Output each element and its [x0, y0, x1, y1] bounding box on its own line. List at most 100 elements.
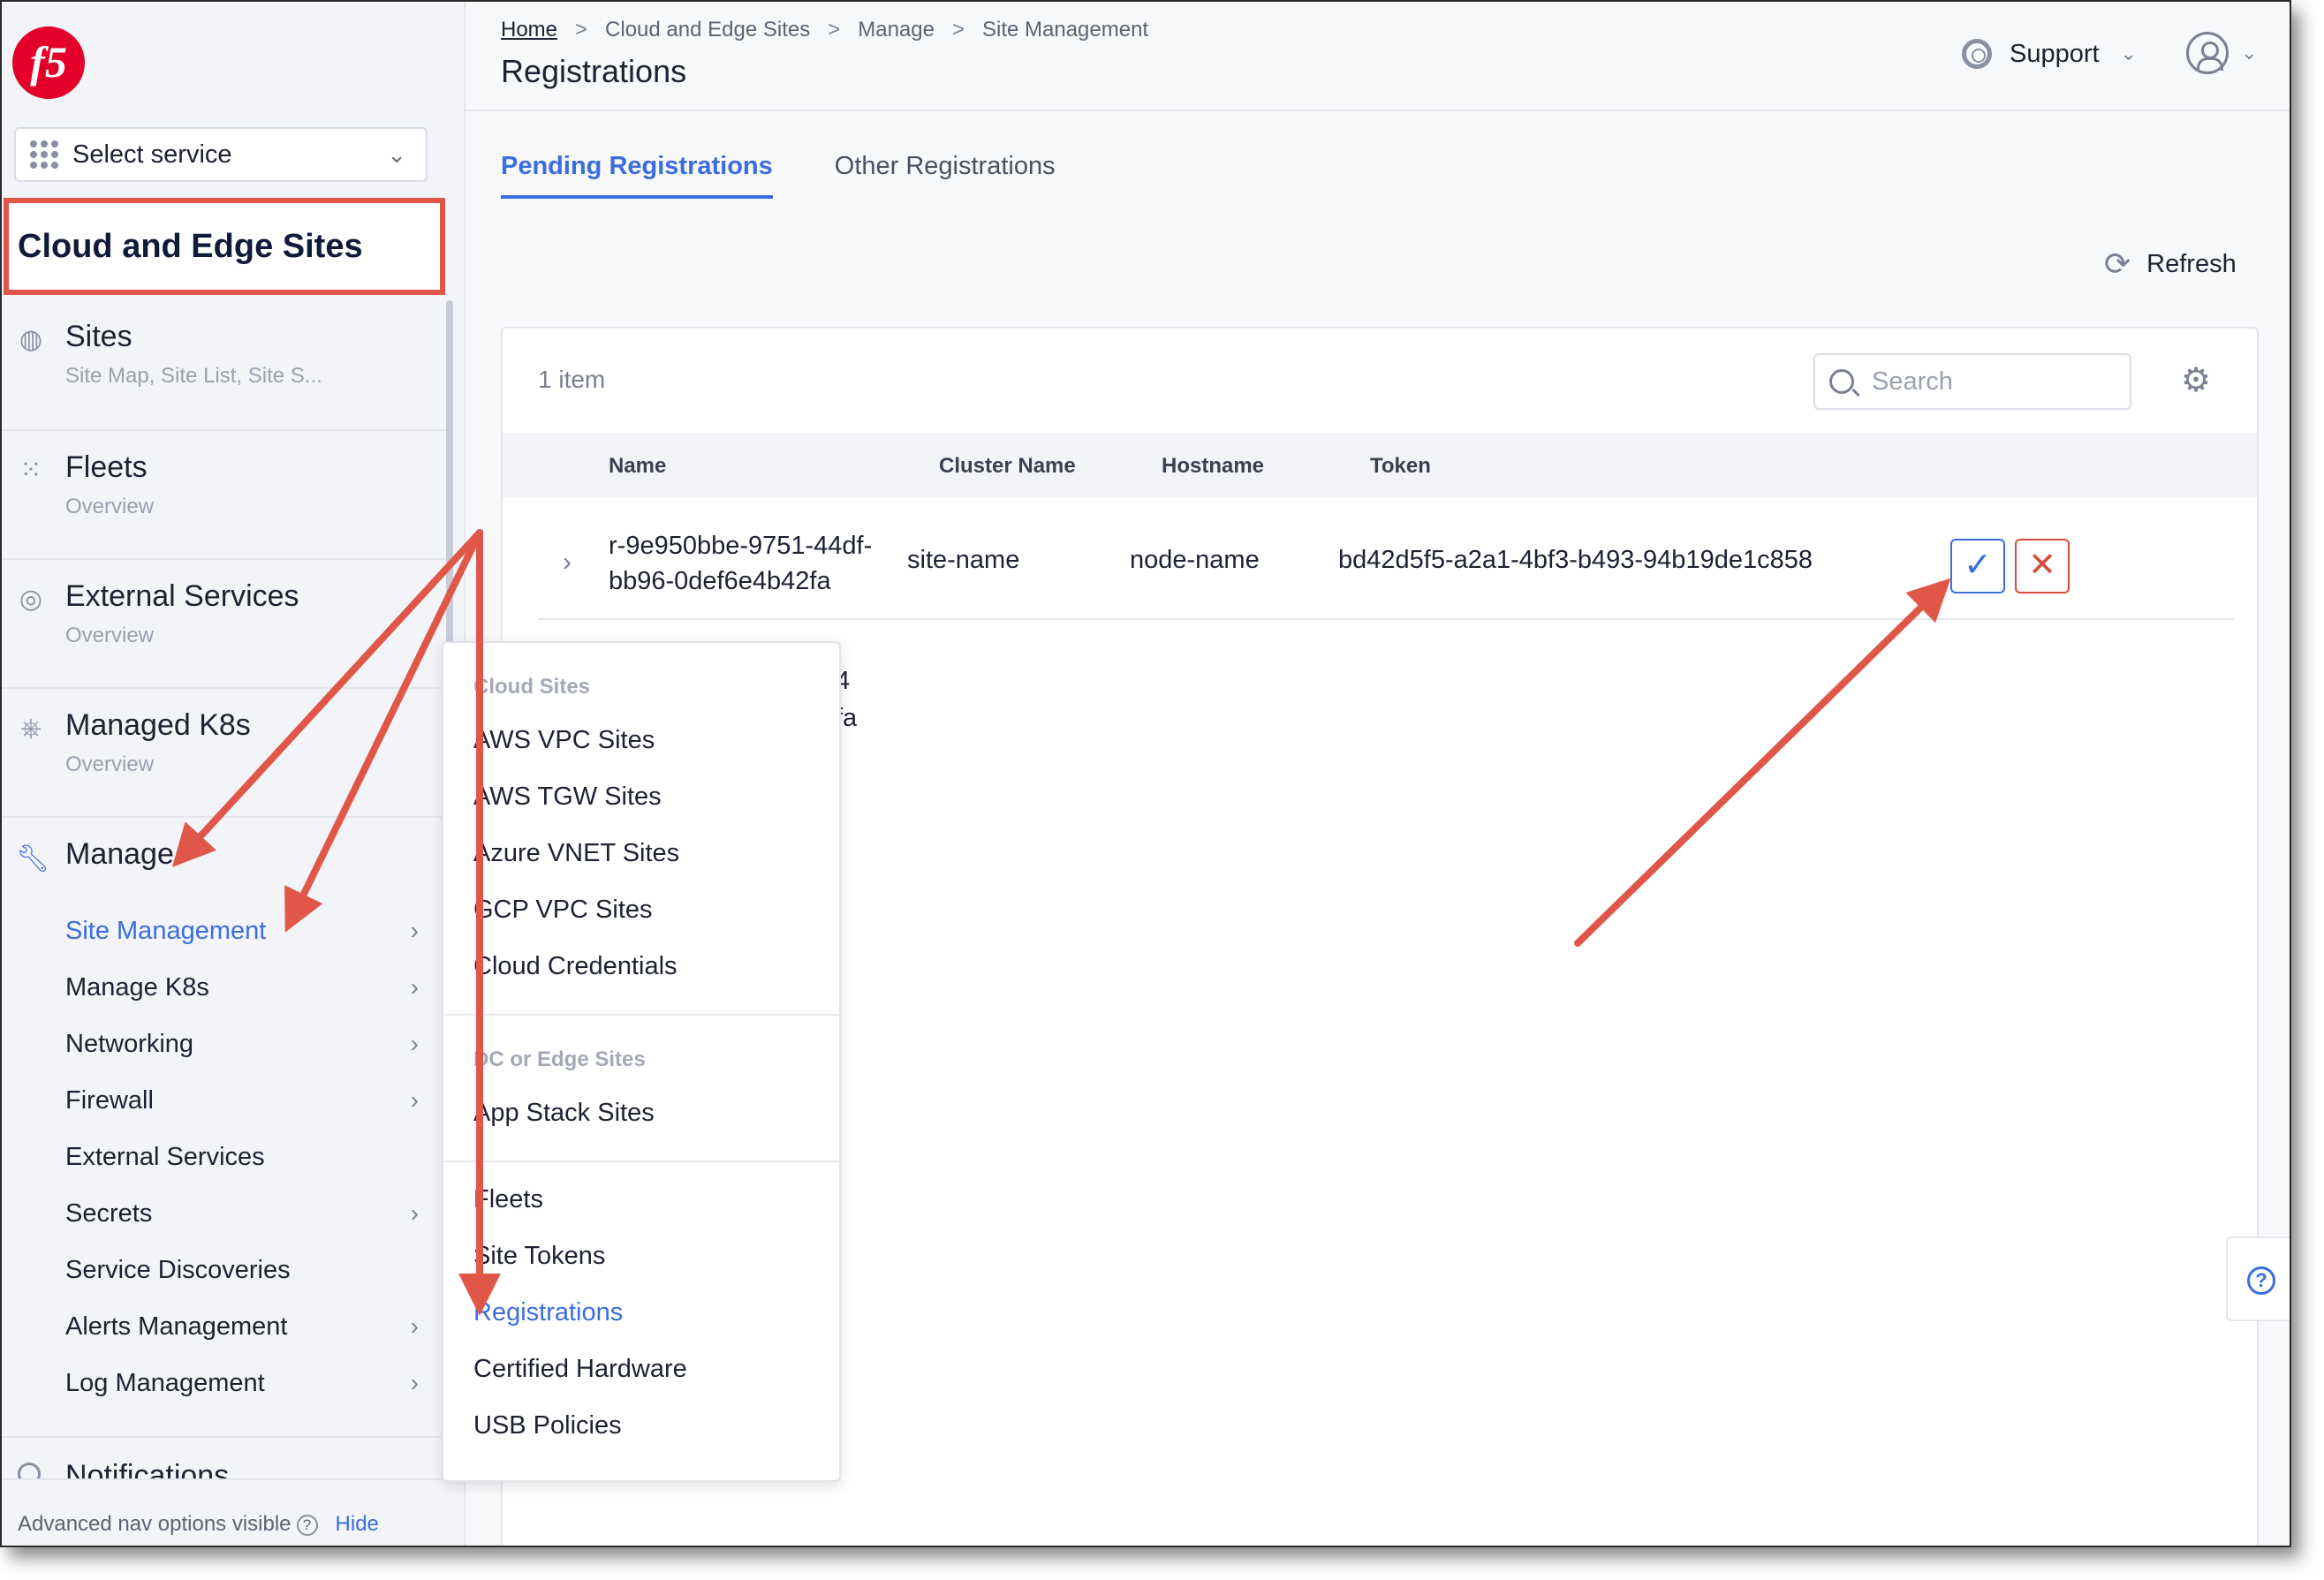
- chevron-right-icon[interactable]: ›: [563, 548, 572, 578]
- row-name-line: r-9e950bbe-9751-44df-: [609, 532, 873, 560]
- nav-section-sites[interactable]: ◍ Sites Site Map, Site List, Site S...: [2, 300, 450, 431]
- select-service-dropdown[interactable]: Select service ⌄: [14, 127, 428, 182]
- help-circle-icon[interactable]: ?: [296, 1514, 318, 1536]
- nav-item-secrets[interactable]: Secrets ›: [65, 1199, 419, 1228]
- tab-other-registrations[interactable]: Other Registrations: [835, 152, 1056, 199]
- breadcrumb-item[interactable]: Manage: [858, 18, 935, 42]
- nav-item-log-management[interactable]: Log Management ›: [65, 1369, 419, 1398]
- refresh-label: Refresh: [2146, 249, 2237, 278]
- row-name-line: bb96-0def6e4b42fa: [609, 567, 831, 595]
- k8s-wheel-icon: ⎈: [20, 714, 42, 743]
- chevron-down-icon: ⌄: [387, 141, 406, 168]
- nav-section-manage: 🔧︎ Manage: [2, 818, 450, 1438]
- advanced-nav-footer: Advanced nav options visible? Hide: [2, 1478, 463, 1546]
- user-avatar-icon: [2186, 32, 2229, 74]
- nav-section-managed-k8s[interactable]: ⎈ Managed K8s Overview: [2, 689, 450, 818]
- nav-item-site-management[interactable]: Site Management ›: [65, 917, 419, 946]
- flyout-divider: [443, 1160, 839, 1162]
- tab-pending-registrations[interactable]: Pending Registrations: [501, 152, 773, 199]
- table-header: Name Cluster Name Hostname Token: [503, 433, 2257, 498]
- external-services-icon: ◎: [19, 585, 43, 614]
- refresh-icon: ⟳: [2104, 246, 2131, 282]
- breadcrumb-item[interactable]: Cloud and Edge Sites: [605, 18, 810, 42]
- flyout-divider: [443, 1014, 839, 1016]
- nav-item-label: Manage K8s: [65, 973, 209, 1002]
- search-icon: [1829, 369, 1854, 394]
- approve-button[interactable]: ✓: [1950, 539, 2005, 593]
- item-count: 1 item: [538, 366, 606, 393]
- page-title: Registrations: [501, 53, 687, 89]
- nav-item-service-discoveries[interactable]: Service Discoveries: [65, 1256, 419, 1285]
- bell-icon: [18, 1463, 41, 1478]
- breadcrumb-separator-icon: >: [951, 18, 965, 42]
- nav-item-manage-k8s[interactable]: Manage K8s ›: [65, 973, 419, 1002]
- row-name: r-9e950bbe-9751-44df- bb96-0def6e4b42fa: [609, 528, 909, 599]
- flyout-item-fleets[interactable]: Fleets: [473, 1185, 543, 1214]
- lifebuoy-icon: [1962, 39, 1992, 69]
- nav-item-label: Site Management: [65, 917, 267, 945]
- nav-item-label: Firewall: [65, 1086, 154, 1115]
- chevron-right-icon: ›: [410, 1312, 419, 1340]
- breadcrumb-item[interactable]: Site Management: [982, 18, 1148, 42]
- sidebar: f5 Select service ⌄ Cloud and Edge Sites…: [2, 2, 466, 1546]
- apps-grid-icon: [30, 140, 58, 169]
- flyout-item-site-tokens[interactable]: Site Tokens: [473, 1242, 605, 1271]
- column-header-token[interactable]: Token: [1370, 454, 1431, 479]
- breadcrumb: Home > Cloud and Edge Sites > Manage > Site Ma…: [501, 18, 1148, 42]
- column-header-cluster-name[interactable]: Cluster Name: [939, 454, 1076, 479]
- nav-item-label: Networking: [65, 1030, 194, 1058]
- refresh-button[interactable]: ⟳ Refresh: [2104, 246, 2237, 283]
- gear-icon[interactable]: ⚙: [2181, 360, 2211, 400]
- chevron-right-icon: ›: [410, 917, 419, 944]
- nav-section-subtitle: Overview: [65, 624, 155, 647]
- nav-item-label: Log Management: [65, 1369, 265, 1397]
- flyout-item-aws-tgw-sites[interactable]: AWS TGW Sites: [473, 782, 662, 812]
- column-header-hostname[interactable]: Hostname: [1162, 454, 1264, 479]
- flyout-item-registrations[interactable]: Registrations: [473, 1298, 623, 1327]
- f5-logo[interactable]: f5: [12, 26, 85, 99]
- nav-item-networking[interactable]: Networking ›: [65, 1030, 419, 1059]
- nav-section-external-services[interactable]: ◎ External Services Overview: [2, 560, 450, 689]
- flyout-item-gcp-vpc-sites[interactable]: GCP VPC Sites: [473, 896, 653, 925]
- help-button[interactable]: ?: [2226, 1236, 2290, 1321]
- support-label: Support: [2010, 39, 2100, 68]
- globe-icon: ◍: [19, 325, 43, 354]
- wrench-icon: 🔧︎: [16, 844, 50, 873]
- flyout-item-app-stack-sites[interactable]: App Stack Sites: [473, 1099, 655, 1128]
- nav-item-label: Service Discoveries: [65, 1256, 291, 1284]
- search-input[interactable]: Search: [1813, 353, 2131, 410]
- nav-section-title: Managed K8s: [65, 708, 251, 742]
- site-management-flyout-menu: Cloud Sites AWS VPC Sites AWS TGW Sites …: [442, 641, 841, 1482]
- row-hostname: node-name: [1130, 546, 1260, 574]
- nav-item-alerts-management[interactable]: Alerts Management ›: [65, 1312, 419, 1342]
- nav-section-subtitle: Overview: [65, 752, 155, 776]
- nav-section-title[interactable]: Manage: [65, 837, 174, 872]
- chevron-down-icon: ⌄: [2120, 42, 2138, 64]
- breadcrumb-home[interactable]: Home: [501, 18, 557, 42]
- nav-item-label: Alerts Management: [65, 1312, 288, 1341]
- flyout-item-azure-vnet-sites[interactable]: Azure VNET Sites: [473, 839, 679, 868]
- hide-link[interactable]: Hide: [336, 1512, 379, 1536]
- flyout-group-label: Cloud Sites: [473, 675, 591, 699]
- nav-section-title: External Services: [65, 579, 299, 613]
- flyout-group-label: DC or Edge Sites: [473, 1047, 646, 1071]
- column-header-name[interactable]: Name: [609, 454, 666, 479]
- nav-item-external-services[interactable]: External Services: [65, 1143, 419, 1172]
- flyout-item-cloud-credentials[interactable]: Cloud Credentials: [473, 952, 678, 981]
- chevron-right-icon: ›: [410, 1369, 419, 1396]
- flyout-item-usb-policies[interactable]: USB Policies: [473, 1411, 622, 1440]
- nav-section-notifications[interactable]: Notifications: [2, 1454, 450, 1478]
- nav-item-firewall[interactable]: Firewall ›: [65, 1086, 419, 1115]
- reject-button[interactable]: ✕: [2015, 539, 2070, 593]
- workspace-title: Cloud and Edge Sites: [4, 198, 445, 295]
- breadcrumb-separator-icon: >: [575, 18, 588, 42]
- question-icon: ?: [2247, 1266, 2275, 1295]
- flyout-item-aws-vpc-sites[interactable]: AWS VPC Sites: [473, 726, 655, 755]
- chevron-right-icon: ›: [410, 973, 419, 1001]
- support-menu[interactable]: Support ⌄: [1962, 39, 2137, 69]
- nav-section-title: Notifications: [65, 1459, 230, 1478]
- user-menu[interactable]: ⌄: [2186, 32, 2257, 74]
- nav-section-fleets[interactable]: ⁙ Fleets Overview: [2, 431, 450, 560]
- nav-section-title: Fleets: [65, 450, 148, 484]
- flyout-item-certified-hardware[interactable]: Certified Hardware: [473, 1355, 687, 1384]
